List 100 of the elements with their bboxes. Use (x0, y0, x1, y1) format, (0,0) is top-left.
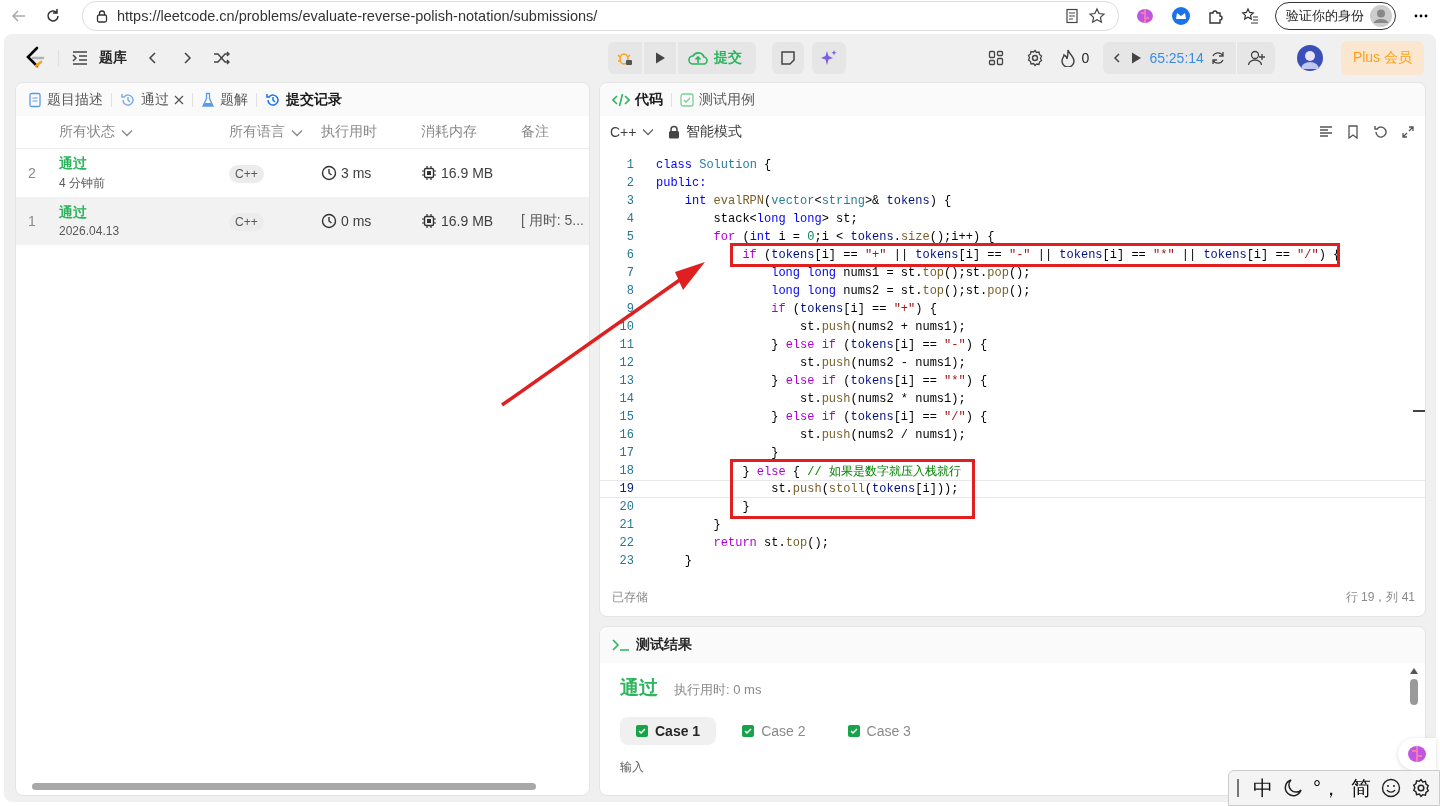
line-number: 14 (618, 392, 634, 406)
code-line[interactable]: for (int i = 0;i < tokens.size();i++) { (656, 230, 995, 244)
code-line[interactable]: } else if (tokens[i] == "/") { (656, 410, 988, 424)
code-line[interactable]: } else if (tokens[i] == "-") { (656, 338, 988, 352)
note-icon (780, 50, 796, 66)
line-number: 7 (625, 266, 634, 280)
code-line[interactable]: int evalRPN(vector<string>& tokens) { (656, 194, 952, 208)
problem-list-button[interactable]: 题库 (71, 49, 127, 67)
column-header[interactable]: 所有语言 (229, 123, 321, 141)
code-line[interactable]: st.push(nums2 - nums1); (656, 356, 966, 370)
ai-sparkle-button[interactable] (812, 42, 846, 74)
code-line[interactable]: } else if (tokens[i] == "*") { (656, 374, 988, 388)
panel-tab[interactable]: 题目描述 (22, 86, 109, 113)
layout-icon[interactable] (987, 50, 1004, 66)
favorite-star-icon[interactable] (1088, 7, 1106, 25)
reader-icon[interactable] (1064, 8, 1080, 24)
scroll-up-icon[interactable] (1409, 667, 1419, 675)
case-tab[interactable]: Case 1 (620, 717, 717, 745)
panel-tab[interactable]: 提交记录 (259, 86, 348, 113)
lock-icon (668, 125, 681, 139)
note-text: [ 用时: 5... (521, 212, 584, 228)
shuffle-icon[interactable] (213, 50, 231, 66)
cursor-position: 行 19，列 41 (1345, 588, 1415, 606)
code-icon (612, 92, 630, 107)
panel-tab[interactable]: 测试用例 (674, 86, 761, 113)
code-line[interactable]: stack<long long> st; (656, 212, 858, 226)
settings-icon[interactable] (1411, 778, 1431, 798)
upload-cloud-icon (688, 50, 708, 66)
line-number: 15 (618, 410, 634, 424)
submission-row[interactable]: 2 通过 4 分钟前 C++ 3 ms 16.9 MB (16, 149, 589, 197)
refresh-icon[interactable] (44, 7, 62, 25)
results-title[interactable]: 测试结果 (636, 636, 692, 654)
line-number: 8 (625, 284, 634, 298)
document-icon (28, 91, 42, 108)
puzzle-icon[interactable] (1207, 7, 1225, 25)
bookmark-icon[interactable] (1347, 125, 1359, 139)
case-tab[interactable]: Case 3 (831, 717, 927, 745)
panel-tab[interactable]: 通过 (114, 86, 190, 113)
punctuation-toggle[interactable]: °， (1313, 774, 1341, 802)
code-line[interactable]: st.push(nums2 + nums1); (656, 320, 966, 334)
panel-tab[interactable]: 题解 (195, 86, 254, 113)
mode-button[interactable]: 智能模式 (668, 123, 743, 141)
expand-icon[interactable] (1401, 125, 1415, 139)
code-line[interactable]: public: (656, 176, 707, 190)
format-icon[interactable] (1319, 125, 1333, 139)
url-text: https://leetcode.cn/problems/evaluate-reverse-polish-notation/submissions/ (117, 8, 598, 24)
runtime-text: 0 ms (341, 213, 372, 229)
code-line[interactable]: class Solution { (656, 158, 772, 172)
column-header: 备注 (521, 123, 550, 141)
line-number: 6 (625, 248, 634, 262)
debug-button[interactable] (608, 42, 642, 74)
user-avatar-icon (1370, 5, 1392, 27)
assistant-button[interactable] (1398, 738, 1436, 770)
code-line[interactable]: long long nums2 = st.top();st.pop(); (656, 284, 1031, 298)
code-line[interactable]: if (tokens[i] == "+") { (656, 302, 937, 316)
run-button[interactable] (644, 42, 676, 74)
row-index: 1 (27, 213, 37, 229)
note-button[interactable] (772, 42, 804, 74)
reset-icon[interactable] (1209, 50, 1226, 66)
code-line[interactable]: st.push(nums2 / nums1); (656, 428, 966, 442)
code-line[interactable]: } (656, 554, 692, 568)
language-select[interactable]: C++ (610, 124, 655, 140)
settings-icon[interactable] (1025, 49, 1044, 67)
brain-extension-icon[interactable] (1135, 6, 1155, 26)
streak-counter[interactable]: 0 (1059, 49, 1090, 67)
code-line[interactable]: long long nums1 = st.top();st.pop(); (656, 266, 1031, 280)
code-line[interactable]: } else { // 如果是数字就压入栈就行 (656, 462, 961, 480)
add-user-icon[interactable] (1246, 49, 1267, 67)
language-tag: C++ (229, 213, 264, 231)
input-label: 输入 (620, 759, 645, 776)
list-icon (71, 50, 89, 66)
column-header[interactable]: 所有状态 (59, 123, 229, 141)
line-number: 5 (625, 230, 634, 244)
lock-icon (95, 9, 109, 23)
logo-icon[interactable] (24, 46, 46, 70)
line-number: 11 (618, 338, 634, 352)
address-bar[interactable]: https://leetcode.cn/problems/evaluate-reverse-polish-notation/submissions/ (82, 1, 1119, 31)
ime-mode-toggle[interactable]: 中 (1253, 774, 1273, 802)
code-line[interactable]: } (656, 518, 721, 532)
crown-extension-icon[interactable] (1171, 6, 1191, 26)
undo-icon[interactable] (1373, 125, 1387, 139)
chip-icon (421, 213, 437, 229)
panel-tab[interactable]: 代码 (606, 86, 669, 113)
avatar-icon[interactable] (1296, 45, 1323, 71)
close-icon[interactable] (174, 94, 184, 105)
code-line[interactable]: st.push(nums2 * nums1); (656, 392, 966, 406)
moon-icon[interactable] (1283, 778, 1303, 798)
script-toggle[interactable]: 简 (1351, 774, 1371, 802)
emoji-icon[interactable] (1381, 778, 1401, 798)
clock-icon (321, 213, 337, 229)
submission-row[interactable]: 1 通过 2026.04.13 C++ 0 ms 16.9 MB [ 用时: 5... (16, 197, 589, 245)
caret-icon (291, 129, 303, 137)
case-tab[interactable]: Case 2 (726, 717, 822, 745)
code-line[interactable]: st.push(stoll(tokens[i])); (656, 482, 959, 496)
code-line[interactable]: } (656, 500, 750, 514)
vertical-scrollbar[interactable] (1409, 667, 1419, 705)
favorites-icon[interactable] (1241, 7, 1259, 25)
code-line[interactable]: } (656, 446, 779, 460)
caret-icon (642, 128, 655, 136)
code-line[interactable]: return st.top(); (656, 536, 829, 550)
